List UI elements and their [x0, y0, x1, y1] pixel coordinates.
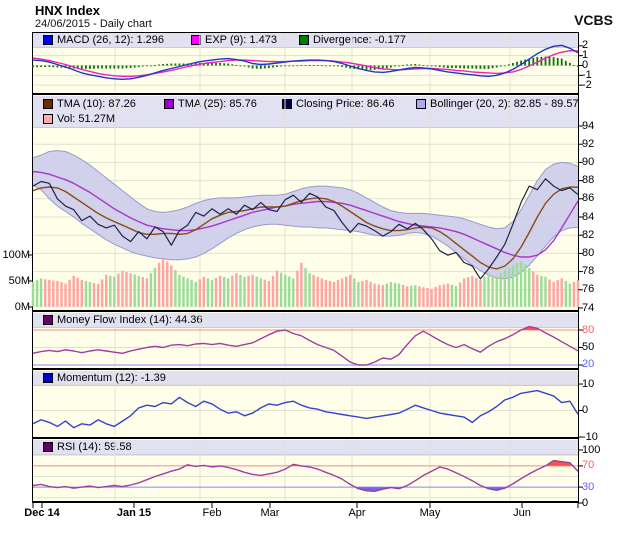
mfi-legend: Money Flow Index (14): 44.36 — [33, 313, 578, 328]
y-tick-label: 70 — [582, 459, 595, 472]
y-tick-label: 2 — [582, 39, 589, 52]
legend-item: TMA (25): 85.76 — [164, 97, 257, 111]
panel-separator — [32, 310, 579, 312]
y-tick-label: 50 — [582, 340, 595, 353]
momentum-swatch-icon — [43, 373, 53, 383]
legend-label: Closing Price: 86.46 — [296, 98, 395, 110]
y-tick-label: 78 — [582, 265, 595, 278]
legend-label: Momentum (12): -1.39 — [57, 372, 166, 384]
bollinger-swatch-icon — [416, 99, 426, 109]
closing-price-swatch-icon — [282, 99, 292, 109]
panel-separator — [32, 501, 579, 503]
volume-tick-label: 100M — [2, 248, 30, 261]
chart-window: HNX Index 24/06/2015 - Daily chart VCBS … — [0, 0, 620, 535]
legend-item: Money Flow Index (14): 44.36 — [43, 313, 203, 327]
momentum-legend: Momentum (12): -1.39 — [33, 371, 578, 386]
y-tick-label: 76 — [582, 283, 595, 296]
y-tick-label: 1 — [582, 49, 589, 62]
x-tick-label: Feb — [202, 507, 222, 519]
macd-legend: MACD (26, 12): 1.296 EXP (9): 1.473 Dive… — [33, 33, 578, 48]
y-tick-label: -2 — [582, 78, 592, 91]
x-tick-label: May — [419, 507, 441, 519]
x-tick-label: Jan 15 — [116, 507, 152, 519]
legend-item: Momentum (12): -1.39 — [43, 371, 166, 385]
x-tick-label: Dec 14 — [24, 507, 60, 519]
volume-tick-label: 0M — [14, 300, 30, 313]
x-tick-label: Apr — [348, 507, 366, 519]
y-tick-label: 82 — [582, 228, 595, 241]
volume-tick-label: 50M — [8, 274, 30, 287]
y-tick-label: 100 — [582, 443, 601, 456]
tma25-swatch-icon — [164, 99, 174, 109]
y-tick-label: 30 — [582, 480, 595, 493]
rsi-legend: RSI (14): 59.58 — [33, 440, 578, 455]
panel-separator — [32, 437, 579, 439]
legend-label: RSI (14): 59.58 — [57, 441, 132, 453]
legend-label: EXP (9): 1.473 — [205, 34, 277, 46]
tma10-swatch-icon — [43, 99, 53, 109]
x-tick-label: Mar — [260, 507, 280, 519]
legend-label: Money Flow Index (14): 44.36 — [57, 314, 203, 326]
chart-subtitle: 24/06/2015 - Daily chart — [35, 18, 152, 30]
legend-label: TMA (25): 85.76 — [178, 98, 257, 110]
y-tick-label: 20 — [582, 358, 595, 371]
legend-label: TMA (10): 87.26 — [57, 98, 136, 110]
legend-item: Divergence: -0.177 — [299, 33, 406, 47]
x-tick-label: Jun — [513, 507, 531, 519]
legend-item: Bollinger (20, 2): 82.85 - 89.57 — [416, 97, 579, 111]
legend-item: TMA (10): 87.26 — [43, 97, 136, 111]
divergence-swatch-icon — [299, 35, 309, 45]
y-tick-label: 94 — [582, 119, 595, 132]
page-title: HNX Index — [35, 3, 101, 18]
y-tick-label: 92 — [582, 137, 595, 150]
legend-item: Closing Price: 86.46 — [282, 97, 394, 111]
exp-swatch-icon — [191, 35, 201, 45]
legend-item: Vol: 51.27M — [43, 112, 115, 126]
y-tick-label: 86 — [582, 192, 595, 205]
brand-logo: VCBS — [574, 12, 613, 28]
y-tick-label: 80 — [582, 323, 595, 336]
y-tick-label: 0 — [582, 496, 589, 509]
mfi-swatch-icon — [43, 315, 53, 325]
legend-label: Divergence: -0.177 — [313, 34, 406, 46]
legend-label: Vol: 51.27M — [57, 113, 116, 125]
volume-swatch-icon — [43, 114, 53, 124]
legend-item: RSI (14): 59.58 — [43, 440, 132, 454]
panel-separator — [32, 368, 579, 370]
y-tick-label: 84 — [582, 210, 595, 223]
y-tick-label: 10 — [582, 377, 595, 390]
y-tick-label: 74 — [582, 301, 595, 314]
y-tick-label: -10 — [582, 430, 598, 443]
rsi-swatch-icon — [43, 442, 53, 452]
legend-label: Bollinger (20, 2): 82.85 - 89.57 — [430, 98, 579, 110]
panel-separator — [32, 93, 579, 95]
y-tick-label: 88 — [582, 174, 595, 187]
y-tick-label: -1 — [582, 68, 592, 81]
y-tick-label: 80 — [582, 246, 595, 259]
price-legend: TMA (10): 87.26 TMA (25): 85.76 Closing … — [33, 96, 579, 128]
legend-item: MACD (26, 12): 1.296 — [43, 33, 164, 47]
macd-swatch-icon — [43, 35, 53, 45]
y-tick-label: 0 — [582, 404, 589, 416]
y-tick-label: 90 — [582, 155, 595, 168]
legend-label: MACD (26, 12): 1.296 — [57, 34, 164, 46]
y-tick-label: 0 — [582, 59, 589, 71]
legend-item: EXP (9): 1.473 — [191, 33, 277, 47]
